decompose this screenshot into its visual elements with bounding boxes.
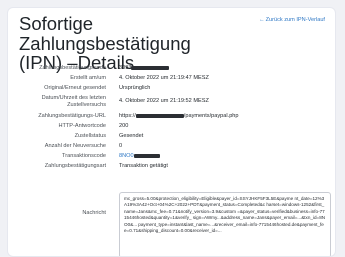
detail-label: Datum/Uhrzeit des letzten Zustellversuch… — [41, 95, 106, 108]
detail-label: Erstellt am/um — [70, 75, 106, 81]
detail-value: 8NO0 — [119, 153, 329, 160]
back-link-label: Zurück zum IPN-Verlauf — [265, 17, 325, 23]
detail-value: 3093 — [119, 65, 329, 72]
detail-label: Zahlungsbestätigungs-URL — [38, 113, 106, 119]
detail-label: Transaktionscode — [62, 153, 106, 159]
redacted-block — [133, 153, 160, 158]
detail-label: Zahlungsbestätigungsart — [44, 163, 106, 169]
detail-value: 4. Oktober 2022 um 21:19:52 MESZ — [119, 98, 209, 104]
message-label: Nachricht — [82, 210, 106, 216]
detail-value: Ursprünglich — [119, 85, 151, 91]
detail-label: Zustellstatus — [74, 133, 106, 139]
detail-value: 200 — [119, 123, 129, 129]
detail-label: HTTP-Antwortcode — [58, 123, 106, 129]
ipn-id-value: 3093 — [119, 65, 132, 71]
arrow-left-icon: ← — [259, 17, 265, 23]
url-suffix: /payments/paypal.php — [183, 113, 239, 119]
message-textarea[interactable]: mc_gross=5.00&protection_eligibility=Eli… — [119, 192, 331, 256]
ipn-details-card: Sofortige Zahlungsbestätigung (IPN) –Det… — [7, 7, 336, 257]
detail-label: Anzahl der Neuversuche — [44, 143, 106, 149]
transaction-link[interactable]: 8NO0 — [119, 153, 134, 159]
detail-value: Gesendet — [119, 133, 144, 139]
page-header: Sofortige Zahlungsbestätigung (IPN) –Det… — [8, 8, 335, 72]
back-to-ipn-history-link[interactable]: ←Zurück zum IPN-Verlauf — [256, 16, 328, 24]
detail-label: Zahlungsbestätigungscode — [39, 65, 106, 71]
detail-value: https:// /payments/paypal.php — [119, 113, 329, 120]
redacted-block — [135, 113, 184, 118]
detail-value: 4. Oktober 2022 um 21:19:47 MESZ — [119, 75, 209, 81]
detail-value: 0 — [119, 143, 123, 149]
page-title: Sofortige Zahlungsbestätigung (IPN) –Det… — [19, 13, 191, 73]
detail-label: Original/Erneut gesendet — [44, 85, 106, 91]
url-prefix: https:// — [119, 113, 136, 119]
detail-value: Transaktion getätigt — [119, 163, 168, 169]
redacted-block — [131, 65, 170, 70]
